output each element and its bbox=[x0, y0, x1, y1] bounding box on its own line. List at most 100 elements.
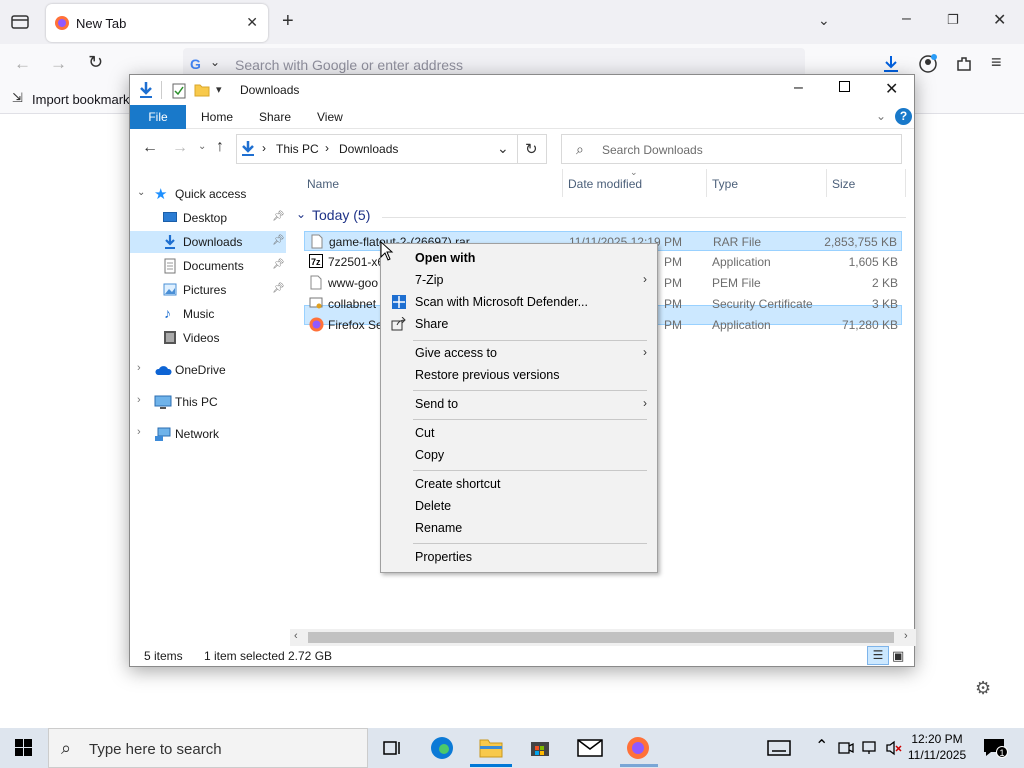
nav-pictures[interactable]: Pictures 📌︎ bbox=[130, 279, 286, 301]
store-icon[interactable] bbox=[529, 736, 551, 758]
taskbar-search-box[interactable]: ⌕ Type here to search bbox=[48, 728, 368, 768]
explorer-minimize-icon[interactable]: – bbox=[794, 79, 803, 97]
minimize-icon[interactable]: – bbox=[902, 10, 911, 28]
menu-item-restore-versions[interactable]: Restore previous versions bbox=[383, 364, 655, 386]
column-date-modified[interactable]: Date modified bbox=[568, 177, 642, 191]
customize-qa-icon[interactable]: ▾ bbox=[216, 83, 222, 96]
column-size[interactable]: Size bbox=[832, 177, 855, 191]
column-divider[interactable] bbox=[826, 169, 827, 197]
address-dropdown-icon[interactable]: ⌄ bbox=[497, 140, 509, 157]
menu-item-scan-defender[interactable]: Scan with Microsoft Defender... bbox=[383, 291, 655, 313]
menu-item-copy[interactable]: Copy bbox=[383, 444, 655, 466]
extensions-icon[interactable] bbox=[955, 55, 973, 73]
expand-chevron-icon[interactable]: › bbox=[137, 394, 141, 406]
windows-start-icon[interactable] bbox=[15, 739, 33, 757]
address-bar[interactable]: › This PC › Downloads ⌄ bbox=[236, 134, 518, 164]
task-view-icon[interactable] bbox=[382, 739, 402, 757]
tab-file[interactable]: File bbox=[130, 105, 186, 129]
search-input[interactable]: Search Downloads bbox=[602, 143, 703, 157]
breadcrumb-downloads[interactable]: Downloads bbox=[339, 142, 398, 156]
search-box[interactable]: ⌕ Search Downloads bbox=[561, 134, 902, 164]
import-bookmarks-link[interactable]: Import bookmarks bbox=[32, 92, 136, 107]
firefox-view-icon[interactable] bbox=[10, 12, 30, 32]
nav-quick-access[interactable]: ⌄ ★ Quick access bbox=[130, 183, 286, 205]
menu-item-rename[interactable]: Rename bbox=[383, 517, 655, 539]
refresh-button[interactable]: ↻ bbox=[517, 134, 547, 164]
help-icon[interactable]: ? bbox=[895, 108, 912, 125]
close-tab-icon[interactable]: ✕ bbox=[246, 14, 258, 31]
account-icon[interactable] bbox=[918, 54, 938, 74]
search-engine-dropdown-icon[interactable]: ⌄ bbox=[210, 55, 220, 69]
show-hidden-icons-icon[interactable]: ⌃ bbox=[815, 736, 828, 756]
settings-gear-icon[interactable]: ⚙ bbox=[975, 678, 991, 699]
column-divider[interactable] bbox=[562, 169, 563, 197]
menu-item-create-shortcut[interactable]: Create shortcut bbox=[383, 473, 655, 495]
new-tab-icon[interactable]: + bbox=[282, 10, 294, 33]
close-window-icon[interactable]: ✕ bbox=[993, 10, 1006, 30]
menu-item-7zip[interactable]: 7-Zip › bbox=[383, 269, 655, 291]
menu-item-share[interactable]: Share bbox=[383, 313, 655, 335]
reload-icon[interactable]: ↻ bbox=[88, 52, 103, 73]
horizontal-scrollbar[interactable]: ‹ › bbox=[290, 629, 916, 646]
downloads-icon[interactable] bbox=[882, 54, 900, 74]
expand-ribbon-icon[interactable]: ⌄ bbox=[876, 109, 886, 123]
tab-view[interactable]: View bbox=[303, 105, 357, 129]
menu-icon[interactable]: ≡ bbox=[991, 52, 1002, 73]
nav-onedrive[interactable]: › OneDrive bbox=[130, 359, 286, 381]
properties-qa-icon[interactable] bbox=[172, 83, 186, 99]
tab-share[interactable]: Share bbox=[245, 105, 305, 129]
forward-icon[interactable]: → bbox=[50, 54, 67, 74]
nav-downloads[interactable]: Downloads 📌︎ bbox=[130, 231, 286, 253]
menu-item-send-to[interactable]: Send to › bbox=[383, 393, 655, 415]
expand-chevron-icon[interactable]: › bbox=[137, 362, 141, 374]
column-divider[interactable] bbox=[706, 169, 707, 197]
scroll-left-icon[interactable]: ‹ bbox=[294, 630, 298, 642]
scrollbar-thumb[interactable] bbox=[308, 632, 894, 643]
group-collapse-icon[interactable]: ⌄ bbox=[296, 207, 306, 221]
explorer-maximize-icon[interactable] bbox=[839, 81, 850, 92]
touch-keyboard-icon[interactable] bbox=[767, 740, 791, 756]
nav-desktop[interactable]: Desktop 📌︎ bbox=[130, 207, 286, 229]
details-view-icon[interactable]: ☰ bbox=[867, 646, 889, 665]
menu-item-properties[interactable]: Properties bbox=[383, 546, 655, 568]
menu-item-cut[interactable]: Cut bbox=[383, 422, 655, 444]
nav-network[interactable]: › Network bbox=[130, 423, 286, 445]
back-nav-icon[interactable]: ← bbox=[142, 139, 158, 157]
back-icon[interactable]: ← bbox=[14, 54, 31, 74]
menu-item-give-access[interactable]: Give access to › bbox=[383, 342, 655, 364]
system-clock[interactable]: 12:20 PM 11/11/2025 bbox=[900, 731, 974, 763]
file-explorer-taskbar-icon[interactable] bbox=[479, 738, 503, 758]
column-divider[interactable] bbox=[905, 169, 906, 197]
recent-locations-icon[interactable]: ⌄ bbox=[198, 141, 206, 152]
explorer-close-icon[interactable]: ✕ bbox=[885, 79, 898, 99]
column-name[interactable]: Name bbox=[307, 177, 339, 191]
group-header[interactable]: Today (5) bbox=[312, 207, 370, 223]
tab-home[interactable]: Home bbox=[187, 105, 247, 129]
up-icon[interactable]: ↑ bbox=[216, 138, 224, 156]
mail-icon[interactable] bbox=[577, 739, 603, 757]
column-type[interactable]: Type bbox=[712, 177, 738, 191]
network-tray-icon[interactable] bbox=[861, 740, 879, 756]
menu-item-open-with[interactable]: Open with bbox=[383, 247, 655, 269]
nav-videos[interactable]: Videos bbox=[130, 327, 286, 349]
google-icon[interactable]: G bbox=[189, 56, 205, 72]
tab-new-tab[interactable]: New Tab ✕ bbox=[46, 4, 268, 42]
list-all-tabs-icon[interactable]: ⌄ bbox=[818, 12, 830, 29]
nav-this-pc[interactable]: › This PC bbox=[130, 391, 286, 413]
taskbar-search-input[interactable]: Type here to search bbox=[89, 741, 222, 758]
nav-music[interactable]: ♪ Music bbox=[130, 303, 286, 325]
edge-icon[interactable] bbox=[430, 736, 454, 760]
nav-documents[interactable]: Documents 📌︎ bbox=[130, 255, 286, 277]
forward-nav-icon[interactable]: → bbox=[172, 139, 188, 157]
new-folder-qa-icon[interactable] bbox=[194, 83, 210, 97]
meet-now-icon[interactable] bbox=[838, 740, 854, 756]
breadcrumb-this-pc[interactable]: This PC bbox=[276, 142, 319, 156]
breadcrumb-sep-icon[interactable]: › bbox=[325, 141, 329, 155]
firefox-taskbar-icon[interactable] bbox=[626, 736, 650, 760]
large-icons-view-icon[interactable]: ▣ bbox=[892, 648, 904, 664]
scroll-right-icon[interactable]: › bbox=[904, 630, 908, 642]
menu-item-delete[interactable]: Delete bbox=[383, 495, 655, 517]
restore-icon[interactable]: ❐ bbox=[947, 12, 959, 28]
breadcrumb-sep-icon[interactable]: › bbox=[262, 141, 266, 155]
url-input[interactable]: Search with Google or enter address bbox=[235, 57, 463, 73]
